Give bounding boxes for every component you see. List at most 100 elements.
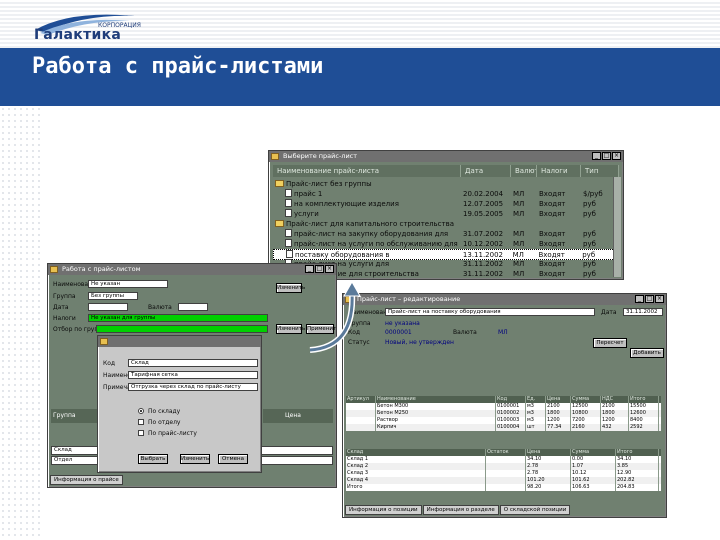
document-icon	[285, 239, 292, 247]
tab-3[interactable]: О складской позиции	[499, 505, 571, 515]
edit-status-label: Статус	[348, 339, 370, 346]
maximize-button[interactable]: □	[645, 295, 654, 303]
column-header[interactable]: Сумма	[571, 449, 616, 456]
table-cell: 0100002	[496, 410, 526, 417]
minimize-button[interactable]: _	[635, 295, 644, 303]
table-row[interactable]: Склад 3 2.78 10.12 12.90	[346, 470, 661, 477]
table-cell	[346, 403, 376, 410]
table-cell: м3	[526, 403, 546, 410]
recalc-button[interactable]: Пересчет	[593, 338, 627, 348]
cell-tax: Входят	[539, 270, 566, 278]
column-header[interactable]: Склад	[346, 449, 486, 456]
groups-filter-field[interactable]	[96, 325, 268, 333]
table-header: Артикул Наименование Код Ед. Цена Сумма НДС Ито…	[346, 396, 661, 403]
column-header[interactable]: Остаток	[486, 449, 526, 456]
table-row[interactable]: Раствор 0100003 м3 1200 7200 1200 8400	[346, 417, 661, 424]
dialog-cancel-button[interactable]: Отмена	[218, 454, 248, 464]
tab-2[interactable]: Информация о разделе	[422, 505, 499, 515]
cell-name: поставку оборудования в	[274, 250, 461, 259]
option-warehouse-radio[interactable]	[138, 408, 144, 414]
group-dialog-window[interactable]: Код Склад Наименование Тарифная сетка Пр…	[97, 335, 262, 473]
table-row[interactable]: Бетон М250 0100002 м3 1800 10800 1800 12600	[346, 410, 661, 417]
dialog-titlebar[interactable]	[98, 336, 261, 347]
table-cell	[486, 484, 526, 491]
table-cell: 77.34	[546, 424, 571, 431]
edit-window-titlebar[interactable]: Прайс-лист – редактирование _ □ ×	[343, 294, 666, 305]
edit-window-tabs: Информация о позиции Информация о разделе…	[345, 505, 571, 515]
price-list-field[interactable]: Не указан для группы	[88, 314, 268, 322]
dialog-note-field[interactable]: Отгрузка через склад по прайс-листу	[128, 383, 258, 391]
column-header-name[interactable]: Наименование прайс-листа	[273, 165, 461, 177]
currency-field[interactable]	[178, 303, 208, 311]
table-cell: 2592	[629, 424, 659, 431]
table-row[interactable]: Бетон М300 0100001 м3 2100 12500 2100 15500	[346, 403, 661, 410]
column-header[interactable]: НДС	[601, 396, 629, 403]
column-header[interactable]: Код	[496, 396, 526, 403]
edit-date-field[interactable]: 31.11.2002	[623, 308, 663, 316]
column-header[interactable]: Ед.	[526, 396, 546, 403]
table-row[interactable]: Итого 98.20 106.63 204.83	[346, 484, 661, 491]
column-header[interactable]: Итого	[629, 396, 659, 403]
close-button[interactable]: ×	[655, 295, 664, 303]
table-row[interactable]: Склад 1 34.10 0.00 34.10	[346, 456, 661, 463]
option-pricelist-checkbox[interactable]	[138, 430, 144, 436]
tab-price-info[interactable]: Информация о прайсе	[50, 475, 123, 485]
table-cell: 202.82	[616, 477, 659, 484]
edit-button[interactable]: Изменить	[276, 324, 305, 334]
edit-name-field[interactable]: Прайс-лист на поставку оборудования	[385, 308, 595, 316]
maximize-button[interactable]: □	[315, 265, 324, 273]
slide-title: Работа с прайс-листами	[32, 54, 324, 79]
apply-button[interactable]: Применить	[306, 324, 336, 334]
table-row[interactable]: Кирпич 0100004 шт 77.34 2160 432 2592	[346, 424, 661, 431]
minimize-button[interactable]: _	[592, 152, 601, 160]
column-header[interactable]: Сумма	[571, 396, 601, 403]
dialog-select-button[interactable]: Выбрать	[138, 454, 168, 464]
edit-code-value: 0000001	[385, 329, 412, 336]
column-header-currency[interactable]: Валюта	[511, 165, 537, 177]
name-field[interactable]: Не указан	[88, 280, 168, 288]
option-department-checkbox[interactable]	[138, 419, 144, 425]
column-header-type[interactable]: Тип	[581, 165, 619, 177]
table-cell: 12500	[571, 403, 601, 410]
date-field[interactable]	[88, 303, 128, 311]
maximize-button[interactable]: □	[602, 152, 611, 160]
column-header[interactable]: Цена	[546, 396, 571, 403]
edit-code-label: Код	[348, 329, 361, 336]
price-list-window-titlebar[interactable]: Выберите прайс-лист _ □ ×	[269, 151, 623, 162]
close-button[interactable]: ×	[612, 152, 621, 160]
minimize-button[interactable]: _	[305, 265, 314, 273]
right-small-header: Цена	[263, 409, 333, 423]
column-header[interactable]: Цена	[526, 449, 571, 456]
column-header-taxes[interactable]: Налоги	[537, 165, 581, 177]
dialog-name-field[interactable]: Тарифная сетка	[128, 371, 258, 379]
table-row[interactable]: Склад 4 101.20 101.62 202.82	[346, 477, 661, 484]
top-edit-button[interactable]: Изменить	[276, 283, 305, 293]
table-cell: м3	[526, 417, 546, 424]
table-cell: 2.78	[526, 463, 571, 470]
group-field[interactable]: Без группы	[88, 292, 138, 300]
window-icon	[345, 296, 353, 303]
add-button[interactable]: Добавить	[630, 348, 664, 358]
table-cell	[486, 463, 526, 470]
items-table: Артикул Наименование Код Ед. Цена Сумма НДС Ито…	[346, 396, 661, 431]
price-list-edit-window[interactable]: Прайс-лист – редактирование _ □ × Наимен…	[342, 293, 667, 518]
dialog-code-field[interactable]: Склад	[128, 359, 258, 367]
column-header[interactable]: Итого	[616, 449, 659, 456]
option-pricelist-label: По прайс-листу	[148, 430, 197, 437]
work-window-titlebar[interactable]: Работа с прайс-листом _ □ ×	[48, 264, 336, 275]
column-header[interactable]: Артикул	[346, 396, 376, 403]
column-header[interactable]: Наименование	[376, 396, 496, 403]
folder-icon	[275, 220, 284, 227]
close-button[interactable]: ×	[325, 265, 334, 273]
tab-1[interactable]: Информация о позиции	[345, 505, 422, 515]
table-cell: Склад 2	[346, 463, 486, 470]
option-department-label: По отделу	[148, 419, 181, 426]
table-cell: 0100004	[496, 424, 526, 431]
price-list-window[interactable]: Выберите прайс-лист _ □ × Наименование п…	[268, 150, 624, 280]
cell-name-text: Прайс-лист для капитального строительств…	[286, 220, 455, 228]
price-list-grid-header: Наименование прайс-листа Дата Валюта Нал…	[273, 165, 619, 177]
dialog-edit-button[interactable]: Изменить	[180, 454, 210, 464]
column-header-date[interactable]: Дата	[461, 165, 511, 177]
vertical-scrollbar[interactable]	[613, 177, 621, 277]
table-row[interactable]: Склад 2 2.78 1.07 3.85	[346, 463, 661, 470]
